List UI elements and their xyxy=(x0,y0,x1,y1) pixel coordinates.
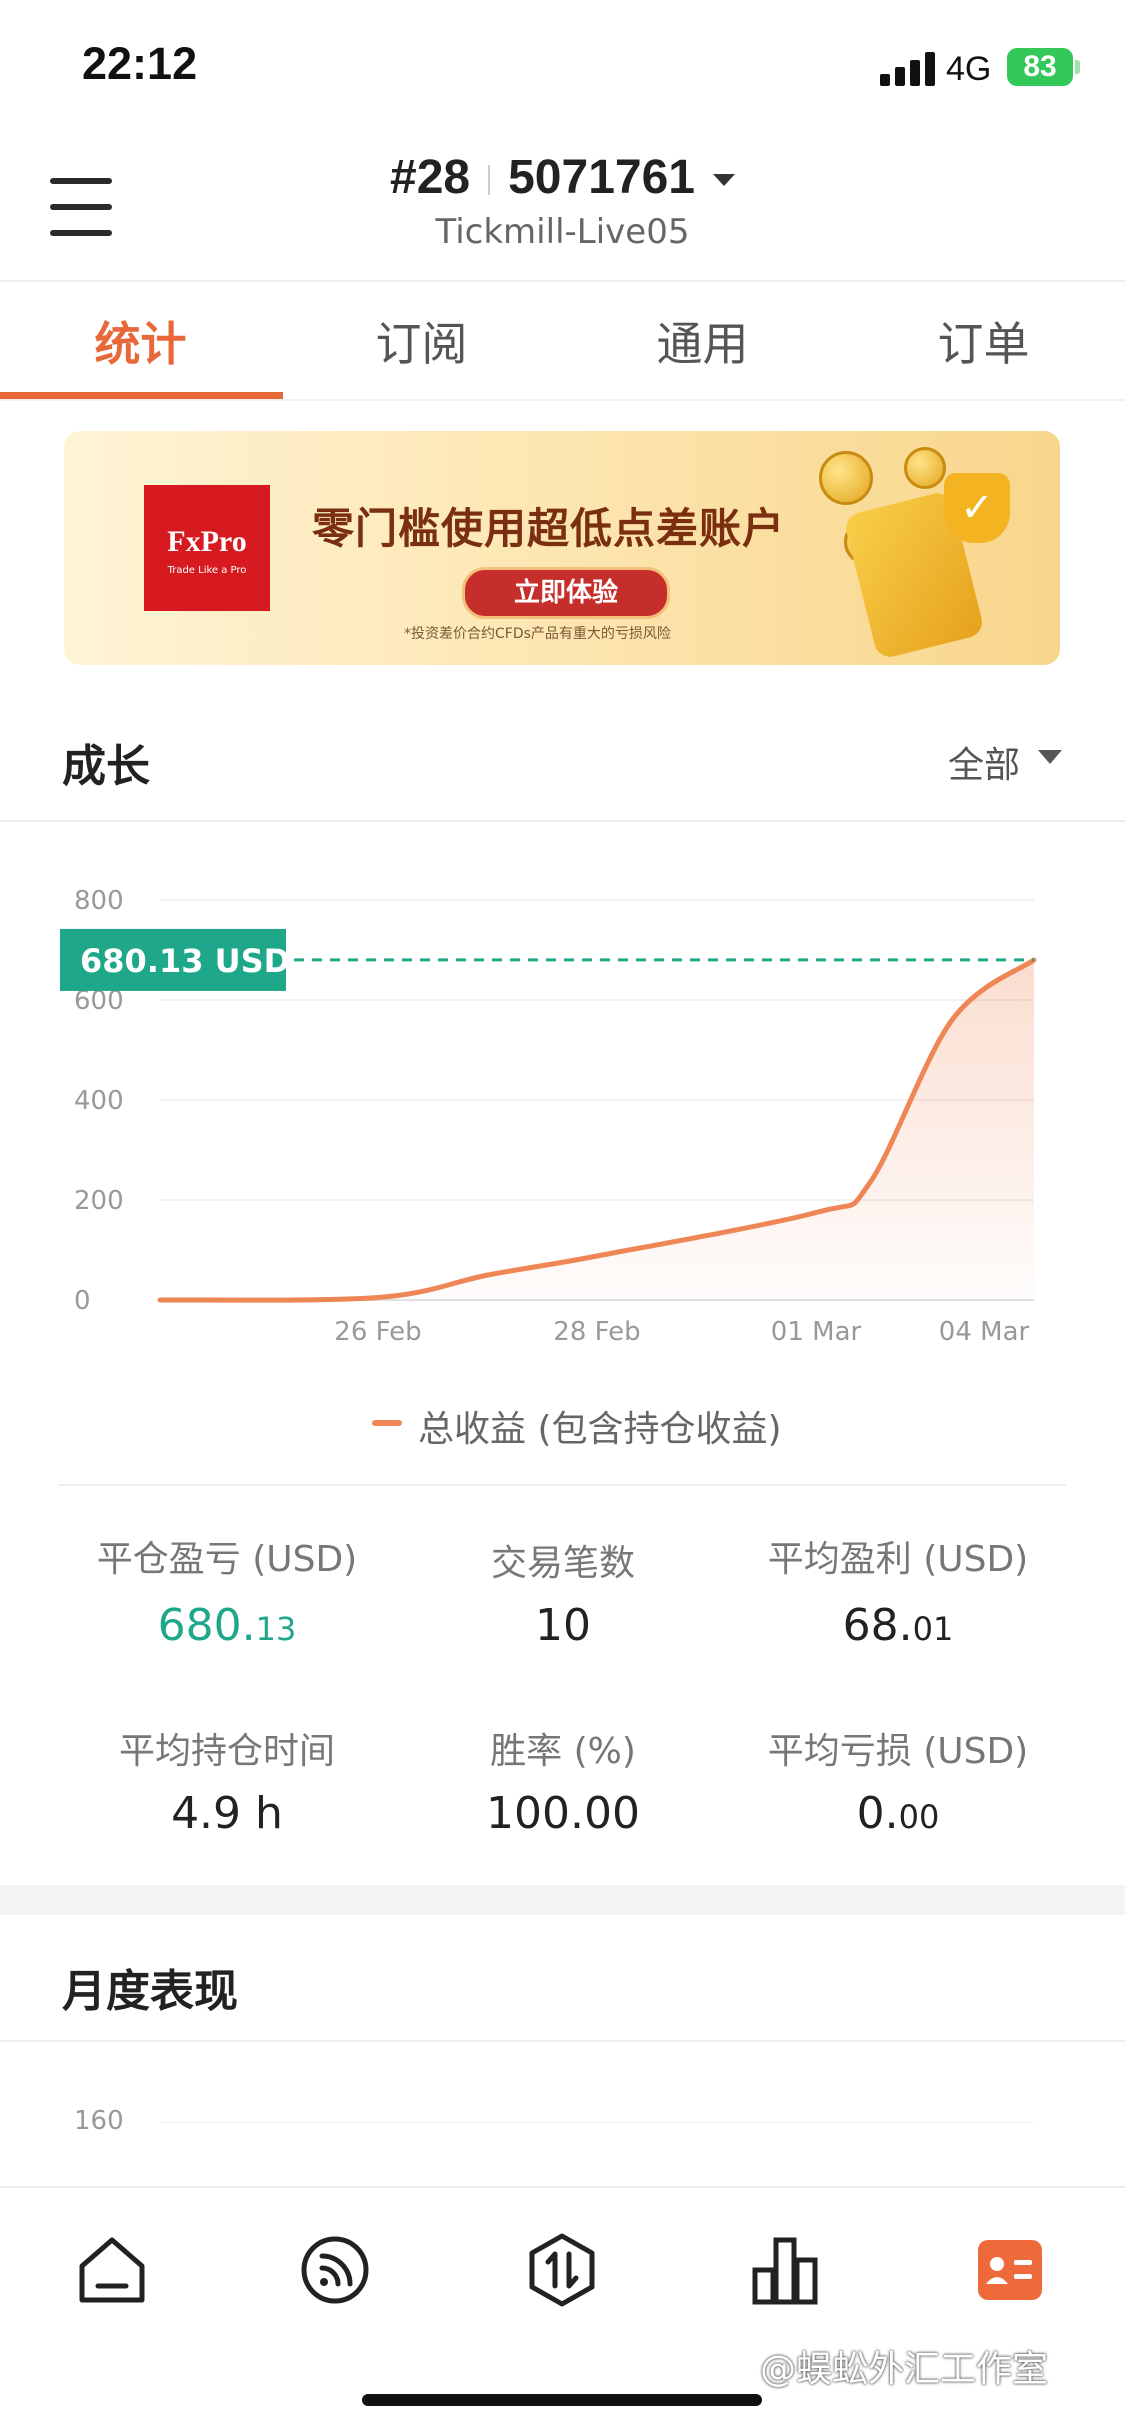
y-tick-label: 0 xyxy=(74,1286,91,1316)
coin-icon xyxy=(904,447,946,489)
battery-tip xyxy=(1075,60,1080,74)
legend-marker xyxy=(372,1420,402,1426)
y-tick-label: 400 xyxy=(74,1086,124,1116)
monthly-gridline xyxy=(160,2122,1034,2123)
battery-level: 83 xyxy=(1023,50,1057,83)
stat-dec: 01 xyxy=(912,1610,954,1648)
nav-home[interactable] xyxy=(72,2230,152,2310)
x-tick-label: 28 Feb xyxy=(553,1317,640,1347)
monthly-y-tick: 160 xyxy=(74,2106,124,2136)
banner-headline: 零门槛使用超低点差账户 xyxy=(312,504,786,553)
battery-icon: 83 xyxy=(1007,48,1073,86)
home-icon xyxy=(79,2237,145,2303)
nav-signals[interactable] xyxy=(295,2230,375,2310)
stat-int: 100.00 xyxy=(486,1788,640,1839)
watermark: @蜈蚣外汇工作室 xyxy=(760,2349,1049,2390)
monthly-title: 月度表现 xyxy=(62,1966,238,2017)
stat-int: 68. xyxy=(842,1600,913,1651)
account-card-icon xyxy=(978,2240,1042,2300)
current-value-label: 680.13 USD xyxy=(80,942,290,980)
nav-trade[interactable] xyxy=(522,2230,602,2310)
chart-bar-icon xyxy=(752,2237,818,2305)
tab-statistics[interactable]: 统计 xyxy=(0,308,281,374)
x-tick-label: 04 Mar xyxy=(939,1317,1030,1347)
stat-int: 10 xyxy=(535,1600,591,1651)
stat-dec: 00 xyxy=(898,1798,940,1836)
stat-value-avg-profit: 68.01 xyxy=(728,1600,1068,1651)
tab-orders[interactable]: 订单 xyxy=(843,308,1124,374)
stat-value-avg-hold: 4.9 h xyxy=(57,1788,397,1839)
shield-check-icon: ✓ xyxy=(944,473,1010,543)
y-tick-label: 200 xyxy=(74,1186,124,1216)
signal-feed-icon xyxy=(301,2236,369,2304)
stat-label: 平均盈利 (USD) xyxy=(767,1539,1029,1580)
promo-banner[interactable]: FxPro Trade Like a Pro 零门槛使用超低点差账户 立即体验 … xyxy=(64,431,1060,665)
growth-area xyxy=(160,959,1034,1301)
banner-cta-button[interactable]: 立即体验 xyxy=(462,567,670,619)
coin-icon xyxy=(819,451,873,505)
stat-value-avg-loss: 0.00 xyxy=(728,1788,1068,1839)
server-name: Tickmill-Live05 xyxy=(435,212,690,252)
stats-divider xyxy=(58,1484,1066,1486)
active-tab-indicator xyxy=(0,392,283,399)
stat-value-trades: 10 xyxy=(393,1600,733,1651)
section-divider xyxy=(0,820,1125,822)
stat-int: 0. xyxy=(856,1788,899,1839)
legend-label: 总收益 (包含持仓收益) xyxy=(418,1409,782,1450)
nav-ranking[interactable] xyxy=(745,2230,825,2310)
stat-label: 胜率 (%) xyxy=(490,1731,636,1772)
stat-label: 平均持仓时间 xyxy=(118,1731,335,1772)
section-divider xyxy=(0,2040,1125,2042)
account-number: 5071761 xyxy=(508,151,695,204)
caret-down-icon xyxy=(712,174,735,187)
y-tick-label: 800 xyxy=(74,886,124,916)
nav-account[interactable] xyxy=(970,2230,1050,2310)
tab-subscribe[interactable]: 订阅 xyxy=(281,308,562,374)
stat-label: 平均亏损 (USD) xyxy=(767,1731,1029,1772)
stat-int: 4.9 h xyxy=(171,1788,283,1839)
network-type: 4G xyxy=(946,50,992,88)
growth-title: 成长 xyxy=(62,741,150,792)
tabs-divider xyxy=(0,399,1125,401)
account-selector[interactable]: #28 5071761 xyxy=(0,150,1125,205)
x-tick-label: 26 Feb xyxy=(334,1317,421,1347)
caret-down-icon[interactable] xyxy=(1038,750,1062,764)
stat-label: 平仓盈亏 (USD) xyxy=(96,1539,358,1580)
brand-name: FxPro xyxy=(167,525,247,558)
stat-int: 680. xyxy=(157,1600,256,1651)
header-divider xyxy=(0,280,1125,282)
home-indicator[interactable] xyxy=(362,2394,762,2406)
cellular-signal-icon xyxy=(880,52,936,86)
stat-dec: 13 xyxy=(255,1610,297,1648)
brand-tagline: Trade Like a Pro xyxy=(167,565,247,576)
section-gap xyxy=(0,1885,1125,1915)
account-rank: #28 xyxy=(390,151,471,204)
tab-general[interactable]: 通用 xyxy=(562,308,843,374)
bottom-nav-divider xyxy=(0,2186,1125,2188)
trade-icon xyxy=(529,2233,595,2307)
stat-label: 交易笔数 xyxy=(490,1543,635,1584)
fxpro-logo: FxPro Trade Like a Pro xyxy=(144,485,270,611)
range-filter[interactable]: 全部 xyxy=(948,736,1020,788)
status-time: 22:12 xyxy=(82,38,198,89)
stat-value-win-rate: 100.00 xyxy=(393,1788,733,1839)
x-tick-label: 01 Mar xyxy=(771,1317,862,1347)
banner-disclaimer: *投资差价合约CFDs产品有重大的亏损风险 xyxy=(404,626,671,642)
growth-chart: 020040060080026 Feb 28 Feb 01 Mar 04 Mar 68… xyxy=(60,886,1037,1347)
title-separator xyxy=(488,165,491,196)
stat-value-closed-pnl: 680.13 xyxy=(57,1600,397,1651)
